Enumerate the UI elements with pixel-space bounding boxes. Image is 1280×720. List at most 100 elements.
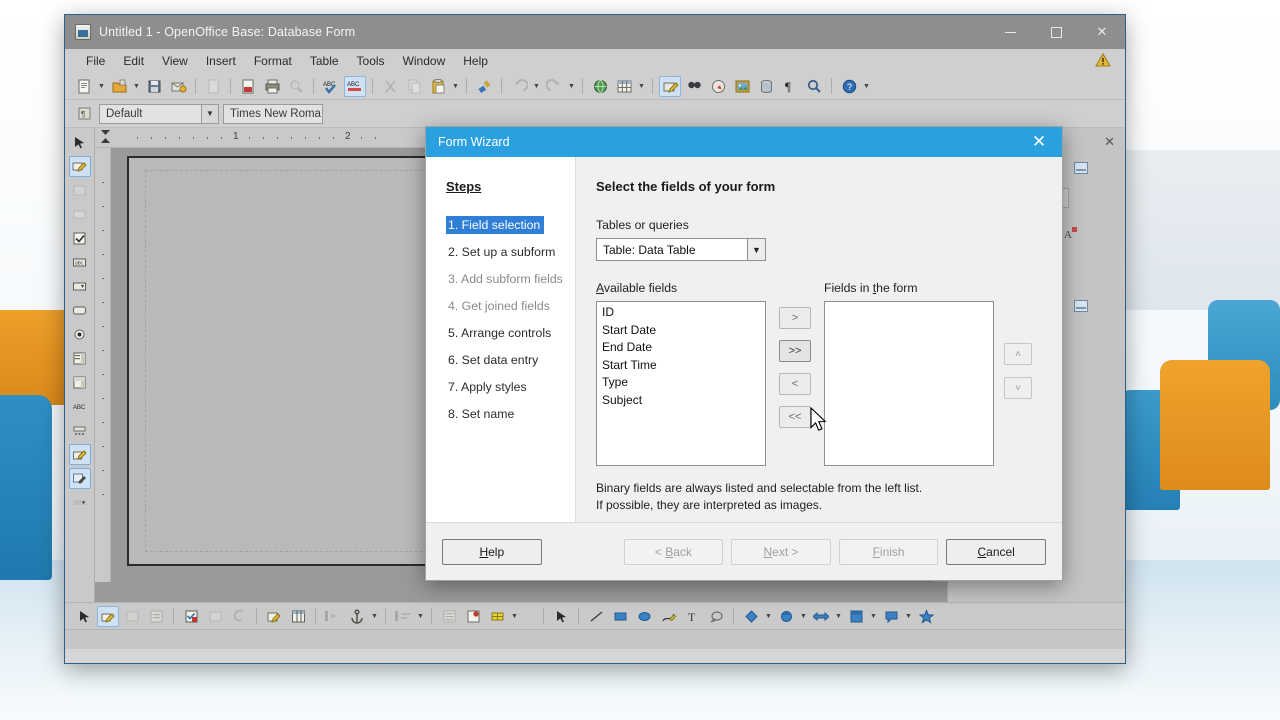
callout-shapes-icon[interactable] bbox=[880, 606, 902, 627]
help-icon[interactable]: ? bbox=[838, 76, 860, 97]
move-left-button[interactable]: < bbox=[779, 373, 811, 395]
close-window-button[interactable]: ✕ bbox=[1079, 15, 1125, 49]
callout-shapes-dropdown-icon[interactable]: ▼ bbox=[904, 606, 913, 626]
move-all-right-button[interactable]: >> bbox=[779, 340, 811, 362]
open-document-icon[interactable] bbox=[108, 76, 130, 97]
move-up-button[interactable]: ˄ bbox=[1004, 343, 1032, 365]
draw-line-icon[interactable] bbox=[585, 606, 607, 627]
callout-icon[interactable] bbox=[705, 606, 727, 627]
help-button[interactable]: Help bbox=[442, 538, 542, 565]
save-icon[interactable] bbox=[143, 76, 165, 97]
menu-format[interactable]: Format bbox=[245, 52, 301, 70]
table-boundaries-icon[interactable] bbox=[486, 606, 508, 627]
flowchart-shapes-icon[interactable] bbox=[845, 606, 867, 627]
menu-view[interactable]: View bbox=[153, 52, 197, 70]
paragraph-style-icon[interactable]: ¶ bbox=[73, 103, 95, 124]
find-replace-icon[interactable] bbox=[683, 76, 705, 97]
drawing-overflow-icon[interactable]: ▼ bbox=[510, 606, 519, 626]
zoom-icon[interactable] bbox=[803, 76, 825, 97]
insert-text-box-icon[interactable]: T bbox=[681, 606, 703, 627]
list-item[interactable]: Subject bbox=[597, 392, 765, 410]
draw-rectangle-icon[interactable] bbox=[609, 606, 631, 627]
design-mode-toggle-icon[interactable] bbox=[97, 605, 119, 627]
symbol-shapes-dropdown-icon[interactable]: ▼ bbox=[799, 606, 808, 626]
combo-box-icon[interactable] bbox=[69, 372, 91, 393]
formatted-field-icon[interactable] bbox=[69, 276, 91, 297]
character-panel-expand-icon[interactable] bbox=[1074, 162, 1088, 174]
more-controls-icon[interactable] bbox=[69, 420, 91, 441]
block-arrows-dropdown-icon[interactable]: ▼ bbox=[834, 606, 843, 626]
font-name-combo[interactable]: Times New Roma bbox=[223, 103, 323, 124]
tables-or-queries-combo[interactable]: Table: Data Table ▼ bbox=[596, 238, 766, 261]
select-icon[interactable] bbox=[73, 606, 95, 627]
available-fields-listbox[interactable]: ID Start Date End Date Start Time Type S… bbox=[596, 301, 766, 466]
list-item[interactable]: End Date bbox=[597, 339, 765, 357]
paragraph-panel-expand-icon[interactable] bbox=[1074, 300, 1088, 312]
push-button-icon[interactable] bbox=[69, 300, 91, 321]
autospellcheck-icon[interactable]: ABC bbox=[344, 75, 366, 97]
list-item[interactable]: Start Time bbox=[597, 357, 765, 375]
cancel-button[interactable]: Cancel bbox=[946, 538, 1046, 565]
insert-comment-icon[interactable] bbox=[462, 606, 484, 627]
menu-table[interactable]: Table bbox=[301, 52, 348, 70]
rail-overflow-icon[interactable] bbox=[69, 492, 91, 513]
flowchart-dropdown-icon[interactable]: ▼ bbox=[869, 606, 878, 626]
insert-table-dropdown-icon[interactable]: ▼ bbox=[637, 76, 646, 96]
basic-shapes-icon[interactable] bbox=[740, 606, 762, 627]
option-button-icon[interactable] bbox=[69, 324, 91, 345]
menu-file[interactable]: File bbox=[77, 52, 114, 70]
move-all-left-button[interactable]: << bbox=[779, 406, 811, 428]
menu-tools[interactable]: Tools bbox=[348, 52, 394, 70]
indent-marker-icon[interactable] bbox=[101, 130, 110, 143]
move-down-button[interactable]: ˅ bbox=[1004, 377, 1032, 399]
check-box-icon[interactable] bbox=[69, 228, 91, 249]
menu-insert[interactable]: Insert bbox=[197, 52, 245, 70]
select-pointer-icon[interactable] bbox=[69, 132, 91, 153]
close-icon[interactable]: ✕ bbox=[1016, 127, 1062, 157]
step-set-name[interactable]: 8. Set name bbox=[446, 405, 518, 423]
form-navigator-icon[interactable] bbox=[68, 468, 91, 489]
paste-dropdown-icon[interactable]: ▼ bbox=[451, 76, 460, 96]
step-set-up-subform[interactable]: 2. Set up a subform bbox=[446, 243, 559, 261]
email-document-icon[interactable] bbox=[167, 76, 189, 97]
spelling-icon[interactable]: ABC bbox=[320, 76, 342, 97]
chevron-down-icon[interactable]: ▼ bbox=[201, 104, 218, 123]
form-fields-listbox[interactable] bbox=[824, 301, 994, 466]
menu-edit[interactable]: Edit bbox=[114, 52, 153, 70]
draw-freeform-icon[interactable] bbox=[657, 606, 679, 627]
menu-window[interactable]: Window bbox=[394, 52, 455, 70]
anchor-icon[interactable] bbox=[346, 606, 368, 627]
navigator-icon[interactable] bbox=[707, 76, 729, 97]
maximize-button[interactable] bbox=[1033, 15, 1079, 49]
list-box-icon[interactable] bbox=[69, 348, 91, 369]
form-design-mode-icon[interactable] bbox=[659, 75, 681, 97]
form-design-tools-icon[interactable] bbox=[68, 444, 91, 465]
print-icon[interactable] bbox=[261, 76, 283, 97]
hyperlink-icon[interactable] bbox=[589, 76, 611, 97]
toolbar-overflow-icon[interactable]: ▼ bbox=[862, 76, 871, 96]
table-control-icon[interactable] bbox=[287, 606, 309, 627]
insert-table-icon[interactable] bbox=[613, 76, 635, 97]
symbol-shapes-icon[interactable] bbox=[775, 606, 797, 627]
export-pdf-icon[interactable] bbox=[237, 76, 259, 97]
draw-ellipse-icon[interactable] bbox=[633, 606, 655, 627]
label-icon[interactable]: ABC bbox=[69, 396, 91, 417]
paste-icon[interactable] bbox=[427, 76, 449, 97]
move-right-button[interactable]: > bbox=[779, 307, 811, 329]
draw-select-icon[interactable] bbox=[550, 606, 572, 627]
basic-shapes-dropdown-icon[interactable]: ▼ bbox=[764, 606, 773, 626]
control-properties-icon[interactable] bbox=[180, 606, 202, 627]
gallery-icon[interactable] bbox=[731, 76, 753, 97]
next-button[interactable]: Next > bbox=[731, 538, 831, 565]
chevron-down-icon[interactable]: ▼ bbox=[747, 239, 765, 260]
form-wizard-icon[interactable] bbox=[263, 606, 285, 627]
vertical-ruler[interactable] bbox=[95, 148, 111, 582]
anchor-dropdown-icon[interactable]: ▼ bbox=[370, 606, 379, 626]
data-sources-icon[interactable] bbox=[755, 76, 777, 97]
close-sidebar-icon[interactable]: ✕ bbox=[1104, 134, 1115, 150]
block-arrows-icon[interactable] bbox=[810, 606, 832, 627]
design-mode-icon[interactable] bbox=[68, 156, 91, 177]
subscript-icon[interactable]: A bbox=[1062, 223, 1082, 241]
formatting-marks-icon[interactable]: ¶ bbox=[779, 76, 801, 97]
new-document-dropdown-icon[interactable]: ▼ bbox=[97, 76, 106, 96]
